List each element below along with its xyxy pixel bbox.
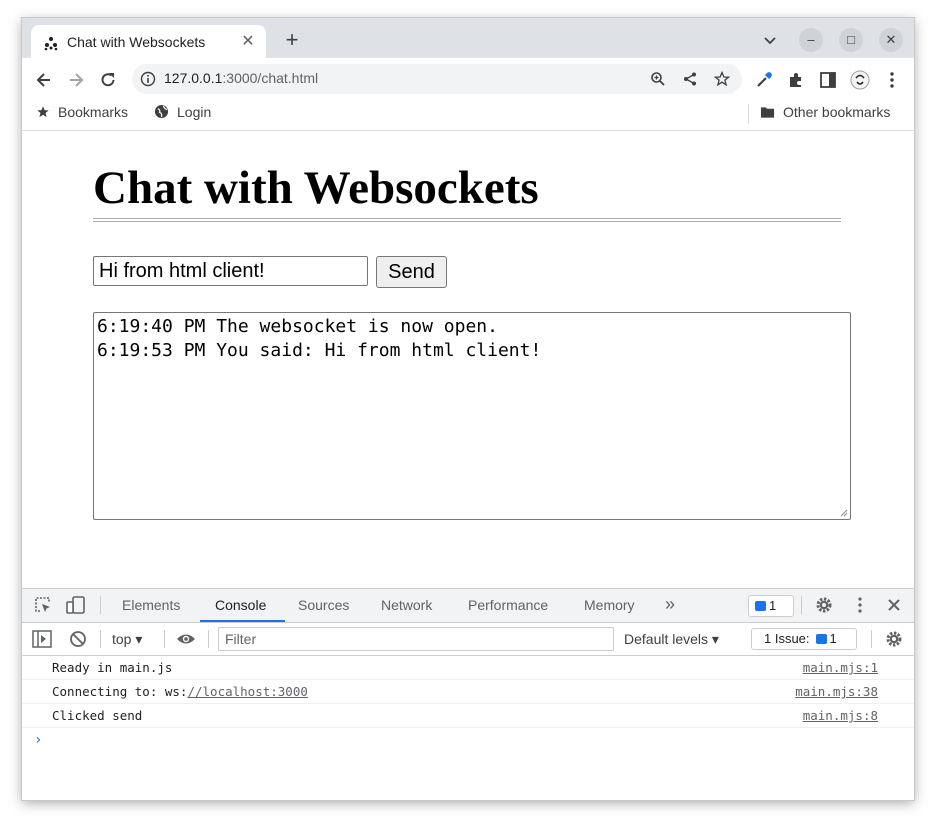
site-info-icon[interactable] <box>140 71 156 87</box>
resize-grip-icon[interactable] <box>840 509 848 517</box>
console-source-link[interactable]: main.mjs:1 <box>803 660 878 675</box>
browser-window: Chat with Websockets ✕ + – □ ✕ 127.0.0.1… <box>22 18 914 800</box>
toolbar-divider <box>208 630 209 648</box>
toolbar-divider <box>801 596 802 614</box>
console-message: Ready in main.js main.mjs:1 <box>22 656 914 680</box>
issues-button[interactable]: 1 Issue: 1 <box>751 628 857 650</box>
message-input[interactable]: Hi from html client! <box>93 256 368 286</box>
prompt-chevron-icon: › <box>34 732 43 748</box>
settings-gear-icon[interactable] <box>815 596 833 614</box>
inspect-element-icon[interactable] <box>34 596 52 614</box>
zoom-icon[interactable] <box>650 71 666 87</box>
tab-network[interactable]: Network <box>381 597 432 613</box>
messages-badge[interactable]: 1 <box>748 595 794 617</box>
reload-icon[interactable] <box>98 70 118 90</box>
tab-console[interactable]: Console <box>215 597 266 613</box>
console-source-link[interactable]: main.mjs:38 <box>795 684 878 699</box>
issue-icon <box>815 633 827 644</box>
minimize-button[interactable]: – <box>799 28 823 52</box>
folder-icon <box>760 107 775 118</box>
console-output: Ready in main.js main.mjs:1 Connecting t… <box>22 656 914 751</box>
eye-icon[interactable] <box>176 631 196 647</box>
browser-toolbar: 127.0.0.1:3000/chat.html <box>22 58 914 102</box>
page-title: Chat with Websockets <box>93 162 539 214</box>
console-source-link[interactable]: main.mjs:8 <box>803 708 878 723</box>
tab-strip: Chat with Websockets ✕ + – □ ✕ <box>22 18 914 59</box>
toolbar-divider <box>100 596 101 614</box>
message-icon <box>755 600 766 611</box>
star-filled-icon <box>37 106 49 118</box>
globe-icon <box>154 104 169 119</box>
clear-console-icon[interactable] <box>69 630 87 648</box>
new-tab-button[interactable]: + <box>281 29 303 52</box>
heading-divider <box>93 218 841 222</box>
chat-log-textarea[interactable]: 6:19:40 PM The websocket is now open. 6:… <box>93 312 851 520</box>
sidebar-toggle-icon[interactable] <box>32 630 52 648</box>
side-panel-icon[interactable] <box>818 70 838 90</box>
address-bar[interactable]: 127.0.0.1:3000/chat.html <box>132 64 742 94</box>
console-message-text: Ready in main.js <box>52 660 173 675</box>
menu-kebab-icon[interactable] <box>882 70 902 90</box>
chat-log-line: 6:19:53 PM You said: Hi from html client… <box>97 340 542 361</box>
eyedropper-icon[interactable] <box>754 70 774 90</box>
console-message: Clicked send main.mjs:8 <box>22 704 914 728</box>
toolbar-divider <box>164 630 165 648</box>
back-arrow-icon[interactable] <box>34 70 54 90</box>
chat-log-line: 6:19:40 PM The websocket is now open. <box>97 316 498 337</box>
more-tabs-button[interactable]: » <box>665 594 675 615</box>
other-bookmarks[interactable]: Other bookmarks <box>760 104 890 120</box>
tab-performance[interactable]: Performance <box>468 597 548 613</box>
page-content: Chat with Websockets Hi from html client… <box>22 131 914 588</box>
tab-memory[interactable]: Memory <box>584 597 635 613</box>
console-message-text: Connecting to: ws://localhost:3000 <box>52 684 308 699</box>
console-message-text: Clicked send <box>52 708 143 723</box>
bookmarks-bar: Bookmarks Login Other bookmarks <box>22 102 914 131</box>
send-button[interactable]: Send <box>376 256 447 288</box>
context-selector[interactable]: top ▾ <box>112 631 142 648</box>
console-settings-gear-icon[interactable] <box>885 630 903 648</box>
devtools-panel: Elements Console Sources Network Perform… <box>22 588 914 800</box>
console-filter-bar: top ▾ Filter Default levels ▾ 1 Issue: 1 <box>22 623 914 656</box>
console-message: Connecting to: ws://localhost:3000 main.… <box>22 680 914 704</box>
device-toolbar-icon[interactable] <box>66 596 86 614</box>
bookmarks-divider <box>748 104 749 124</box>
toolbar-divider <box>100 630 101 648</box>
extensions-icon[interactable] <box>786 70 806 90</box>
tab-elements[interactable]: Elements <box>122 597 180 613</box>
star-icon[interactable] <box>714 71 730 87</box>
app-favicon-icon <box>44 37 58 51</box>
bookmarks-item[interactable]: Bookmarks <box>36 104 128 120</box>
forward-arrow-icon[interactable] <box>66 70 86 90</box>
tab-sources[interactable]: Sources <box>298 597 349 613</box>
maximize-button[interactable]: □ <box>839 28 863 52</box>
url-text: 127.0.0.1:3000/chat.html <box>164 70 319 86</box>
more-options-icon[interactable] <box>851 596 869 614</box>
active-tab-indicator <box>200 620 285 622</box>
toolbar-divider <box>871 630 872 648</box>
console-prompt[interactable]: › <box>22 728 914 751</box>
share-icon[interactable] <box>682 71 698 87</box>
chevron-down-icon[interactable] <box>762 32 778 48</box>
log-levels-dropdown[interactable]: Default levels ▾ <box>624 631 719 648</box>
devtools-tabbar: Elements Console Sources Network Perform… <box>22 589 914 623</box>
tab-title: Chat with Websockets <box>67 34 206 50</box>
close-devtools-icon[interactable] <box>886 597 902 613</box>
login-bookmark[interactable]: Login <box>154 104 211 120</box>
close-window-button[interactable]: ✕ <box>879 28 903 52</box>
websocket-url-link[interactable]: //localhost:3000 <box>187 684 307 699</box>
tab-chat[interactable]: Chat with Websockets ✕ <box>31 25 266 59</box>
console-filter-input[interactable]: Filter <box>218 627 614 651</box>
close-tab-icon[interactable]: ✕ <box>238 32 258 52</box>
profile-avatar-icon[interactable] <box>850 70 870 90</box>
